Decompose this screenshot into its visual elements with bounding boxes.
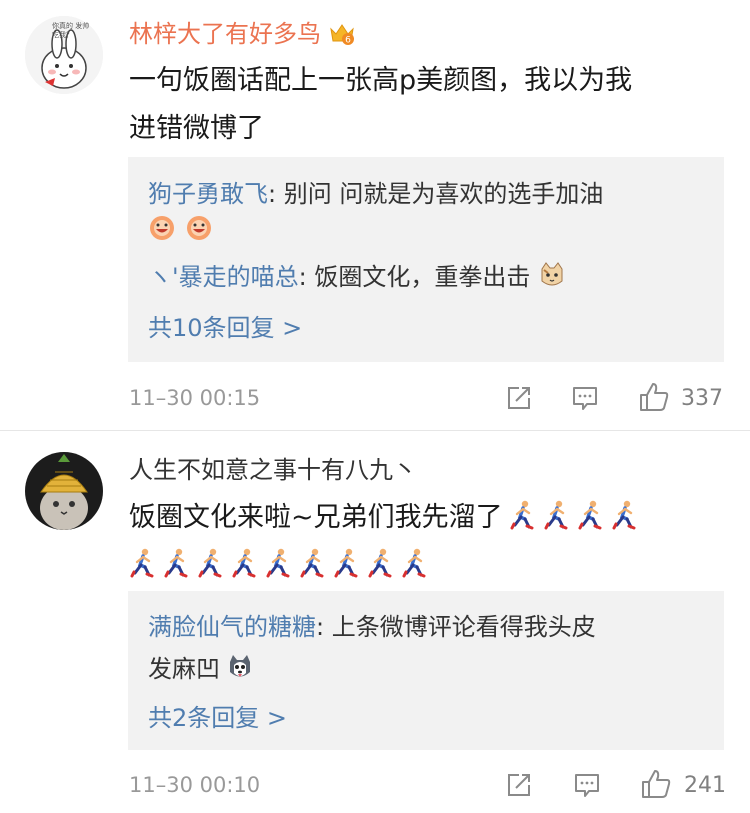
avatar-caption: 你真的 发帅吃我？: [52, 22, 90, 39]
username[interactable]: 人生不如意之事十有八九丶: [129, 454, 417, 486]
running-man-emoji-icon: [299, 546, 327, 578]
reply-box[interactable]: 满脸仙气的糖糖: 上条微博评论看得我头皮 发麻凹 共2条回复 >: [128, 591, 724, 750]
reply-box[interactable]: 狗子勇敢飞: 别问 问就是为喜欢的选手加油 ヽ'暴走的喵总: 饭圈文化，重拳出击…: [128, 157, 724, 362]
comment-button[interactable]: [573, 771, 601, 803]
cat-face-emoji-icon: [538, 259, 566, 287]
runner-emoji-group: [503, 500, 639, 533]
like-button[interactable]: [640, 768, 672, 804]
running-man-emoji-icon: [577, 498, 605, 530]
reply-text: : 上条微博评论看得我头皮: [316, 613, 596, 641]
comment-text: 一句饭圈话配上一张高p美颜图，我以为我 进错微博了: [129, 57, 729, 153]
comment-icon: [573, 387, 597, 410]
share-icon: [508, 774, 530, 796]
running-man-emoji-icon: [401, 546, 429, 578]
thumbs-up-icon: [642, 770, 671, 798]
running-man-emoji-icon: [367, 546, 395, 578]
runner-emoji-row: [123, 542, 729, 590]
running-man-emoji-icon: [265, 546, 293, 578]
running-man-emoji-icon: [509, 498, 537, 530]
username-text[interactable]: 林梓大了有好多鸟: [129, 20, 321, 48]
grinning-face-emoji-icon: [148, 214, 176, 242]
running-man-emoji-icon: [231, 546, 259, 578]
reply-author[interactable]: 狗子勇敢飞: [148, 180, 268, 208]
like-count: 337: [681, 386, 723, 411]
like-count: 241: [684, 773, 726, 798]
share-button[interactable]: [505, 384, 533, 416]
reply-text: : 饭圈文化，重拳出击: [298, 263, 531, 291]
running-man-emoji-icon: [197, 546, 225, 578]
vip-level: 6: [345, 36, 351, 46]
share-icon: [508, 387, 530, 409]
comment-2: 人生不如意之事十有八九丶 饭圈文化来啦~兄弟们我先溜了 满脸仙气的糖糖: 上条微…: [0, 431, 750, 813]
timestamp: 11–30 00:15: [129, 386, 261, 410]
more-replies-link[interactable]: 共2条回复 >: [148, 701, 287, 735]
like-button[interactable]: [638, 381, 670, 417]
comment-text-line-1: 饭圈文化来啦~兄弟们我先溜了: [129, 494, 729, 542]
reply-text-continuation: 发麻凹: [148, 655, 220, 683]
comment-text-line-2: 进错微博了: [129, 113, 264, 144]
reply-author[interactable]: ヽ'暴走的喵总: [148, 263, 299, 291]
running-man-emoji-icon: [543, 498, 571, 530]
reply-item[interactable]: ヽ'暴走的喵总: 饭圈文化，重拳出击: [148, 255, 566, 299]
reply-item[interactable]: 满脸仙气的糖糖: 上条微博评论看得我头皮: [148, 605, 596, 649]
comment-text: 饭圈文化来啦~兄弟们我先溜了: [129, 494, 729, 590]
reply-emoji-row: [148, 214, 213, 246]
comment-button[interactable]: [571, 384, 599, 416]
share-button[interactable]: [505, 771, 533, 803]
running-man-emoji-icon: [163, 546, 191, 578]
comment-icon: [575, 774, 599, 797]
reply-author[interactable]: 满脸仙气的糖糖: [148, 613, 316, 641]
vip-crown-icon: 6: [329, 21, 355, 46]
thumbs-up-icon: [640, 383, 669, 411]
reply-item[interactable]: 狗子勇敢飞: 别问 问就是为喜欢的选手加油: [148, 172, 603, 216]
running-man-emoji-icon: [333, 546, 361, 578]
comment-1: 你真的 发帅吃我？ 林梓大了有好多鸟 6 一句饭圈话配上一张高p美颜图，我以为我…: [0, 0, 750, 430]
husky-face-emoji-icon: [226, 651, 254, 679]
more-replies-link[interactable]: 共10条回复 >: [148, 311, 302, 345]
avatar[interactable]: [25, 452, 103, 530]
comment-text-line-1: 一句饭圈话配上一张高p美颜图，我以为我: [129, 65, 633, 96]
timestamp: 11–30 00:10: [129, 773, 261, 797]
running-man-emoji-icon: [129, 546, 157, 578]
reply-item-continued: 发麻凹: [148, 647, 254, 691]
username[interactable]: 林梓大了有好多鸟 6: [129, 18, 355, 50]
reply-text: : 别问 问就是为喜欢的选手加油: [268, 180, 604, 208]
running-man-emoji-icon: [611, 498, 639, 530]
grinning-face-emoji-icon: [185, 214, 213, 242]
comment-text-content: 饭圈文化来啦~兄弟们我先溜了: [129, 502, 503, 533]
